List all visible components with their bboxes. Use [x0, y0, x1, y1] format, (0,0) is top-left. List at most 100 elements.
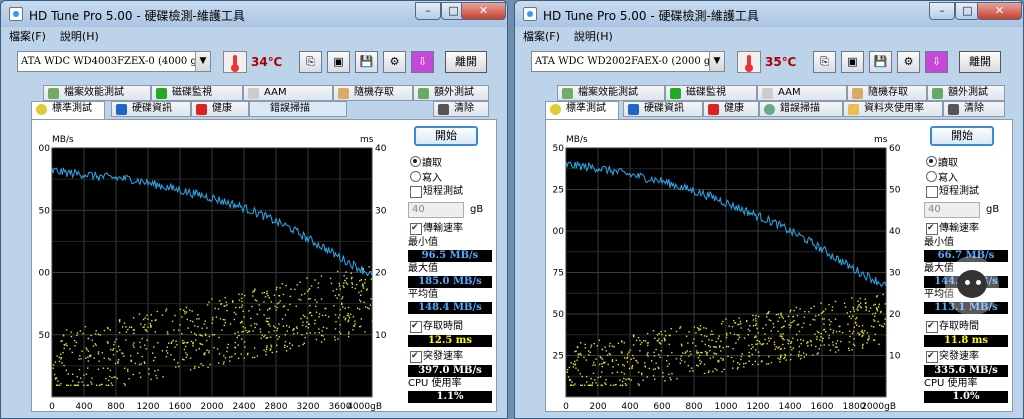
menu-file[interactable]: 檔案(F)	[9, 28, 46, 46]
access-time-point	[248, 330, 250, 333]
access-time-point	[754, 360, 756, 363]
access-time-checkbox[interactable]: 存取時間	[408, 320, 492, 334]
copy-image-icon[interactable]: ▣	[841, 51, 864, 73]
chevron-down-icon[interactable]: ▼	[709, 52, 724, 71]
short-test-stepper[interactable]: 40 gB	[924, 202, 1008, 219]
access-time-point	[798, 351, 801, 353]
tab-file-benchmark[interactable]: 檔案效能測試	[43, 85, 151, 101]
menu-help[interactable]: 說明(H)	[574, 28, 613, 46]
save-icon[interactable]: 💾	[355, 51, 378, 73]
access-time-point	[756, 327, 758, 330]
access-time-point	[834, 346, 837, 348]
tab-info[interactable]: 硬碟資訊	[111, 101, 191, 117]
access-time-point	[803, 356, 805, 358]
access-time-point	[627, 353, 629, 355]
tab-aam[interactable]: AAM	[757, 85, 847, 101]
access-time-point	[755, 336, 757, 338]
copy-text-icon[interactable]: ⎘	[299, 51, 322, 73]
access-time-point	[226, 350, 228, 353]
access-time-point	[244, 294, 246, 297]
access-time-point	[324, 307, 326, 310]
tab-health[interactable]: 健康	[191, 101, 249, 117]
start-button[interactable]: 開始	[930, 126, 994, 146]
access-time-point	[695, 345, 697, 347]
access-time-point	[258, 304, 260, 306]
tab-file-benchmark[interactable]: 檔案效能測試	[557, 85, 665, 101]
tab-extra-tests[interactable]: 額外測試	[927, 85, 1005, 101]
tab-error-scan[interactable]: 錯誤掃描	[249, 101, 347, 117]
save-icon[interactable]: 💾	[869, 51, 892, 73]
short-test-checkbox[interactable]: 短程測試	[924, 185, 1008, 199]
write-radio[interactable]: 寫入	[924, 169, 1008, 184]
burst-rate-checkbox[interactable]: 突發速率	[924, 350, 1008, 364]
menu-file[interactable]: 檔案(F)	[523, 28, 560, 46]
minimize-button[interactable]: –	[415, 2, 441, 20]
access-time-point	[360, 294, 362, 296]
tab-random-access[interactable]: 隨機存取	[847, 85, 927, 101]
menu-help[interactable]: 說明(H)	[60, 28, 99, 46]
access-time-point	[352, 329, 354, 331]
access-time-point	[755, 323, 757, 325]
read-radio[interactable]: 讀取	[924, 154, 1008, 169]
tab-benchmark[interactable]: 標準測試	[545, 101, 619, 119]
access-time-point	[145, 348, 147, 350]
copy-text-icon[interactable]: ⎘	[813, 51, 836, 73]
short-test-stepper[interactable]: 40 gB	[408, 202, 492, 219]
access-time-point	[112, 349, 114, 351]
access-time-point	[195, 334, 197, 336]
tab-folder-usage[interactable]: 資料夾使用率	[843, 101, 943, 117]
access-time-point	[211, 298, 213, 300]
exit-button[interactable]: 離開	[445, 51, 487, 73]
tab-health[interactable]: 健康	[703, 101, 759, 117]
close-button[interactable]: ✕	[461, 2, 506, 20]
access-time-point	[360, 290, 363, 292]
write-radio[interactable]: 寫入	[408, 169, 492, 184]
exit-button[interactable]: 離開	[959, 51, 1001, 73]
read-radio[interactable]: 讀取	[408, 154, 492, 169]
tab-erase[interactable]: 清除	[433, 101, 489, 117]
short-test-size[interactable]: 40	[924, 202, 980, 218]
tab-info[interactable]: 硬碟資訊	[623, 101, 703, 117]
access-time-point	[339, 314, 341, 316]
minimize-button[interactable]: –	[929, 2, 955, 20]
access-time-point	[859, 306, 861, 308]
close-button[interactable]: ✕	[977, 2, 1022, 20]
access-time-point	[796, 339, 799, 341]
y-axis-unit: MB/s	[52, 135, 74, 145]
access-time-point	[828, 303, 830, 306]
transfer-rate-checkbox[interactable]: 傳輸速率	[924, 222, 1008, 236]
chevron-down-icon[interactable]: ▼	[195, 52, 210, 71]
options-icon[interactable]: ⚙	[897, 51, 920, 73]
tab-extra-tests[interactable]: 額外測試	[413, 85, 489, 101]
options-icon[interactable]: ⚙	[383, 51, 406, 73]
access-time-point	[241, 293, 243, 296]
tab-disk-monitor[interactable]: 磁碟監視	[151, 85, 243, 101]
tab-disk-monitor[interactable]: 磁碟監視	[665, 85, 757, 101]
drive-select[interactable]: ATA WDC WD4003FZEX-0 (4000 gB) ▼	[17, 51, 211, 72]
access-time-point	[268, 317, 270, 319]
transfer-rate-checkbox[interactable]: 傳輸速率	[408, 222, 492, 236]
start-button[interactable]: 開始	[414, 126, 478, 146]
download-icon[interactable]: ⇩	[411, 51, 434, 73]
short-test-size[interactable]: 40	[408, 202, 464, 218]
title-bar[interactable]: HD Tune Pro 5.00 - 硬碟檢測-維護工具 – □ ✕	[515, 1, 1023, 27]
access-time-point	[296, 284, 298, 286]
access-time-checkbox[interactable]: 存取時間	[924, 320, 1008, 334]
tab-erase[interactable]: 清除	[943, 101, 1005, 117]
download-icon[interactable]: ⇩	[925, 51, 948, 73]
access-time-point	[597, 384, 599, 386]
burst-rate-checkbox[interactable]: 突發速率	[408, 350, 492, 364]
access-time-point	[76, 334, 78, 336]
access-time-point	[192, 320, 194, 323]
title-bar[interactable]: HD Tune Pro 5.00 - 硬碟檢測-維護工具 – □ ✕	[1, 1, 507, 27]
access-time-point	[107, 379, 110, 382]
short-test-checkbox[interactable]: 短程測試	[408, 185, 492, 199]
tab-benchmark[interactable]: 標準測試	[31, 101, 105, 119]
drive-select[interactable]: ATA WDC WD2002FAEX-0 (2000 gB) ▼	[531, 51, 725, 72]
tab-aam[interactable]: AAM	[243, 85, 333, 101]
tab-error-scan[interactable]: 錯誤掃描	[759, 101, 843, 117]
access-time-point	[150, 326, 152, 328]
copy-image-icon[interactable]: ▣	[327, 51, 350, 73]
tab-random-access[interactable]: 隨機存取	[333, 85, 413, 101]
access-time-point	[687, 342, 689, 344]
